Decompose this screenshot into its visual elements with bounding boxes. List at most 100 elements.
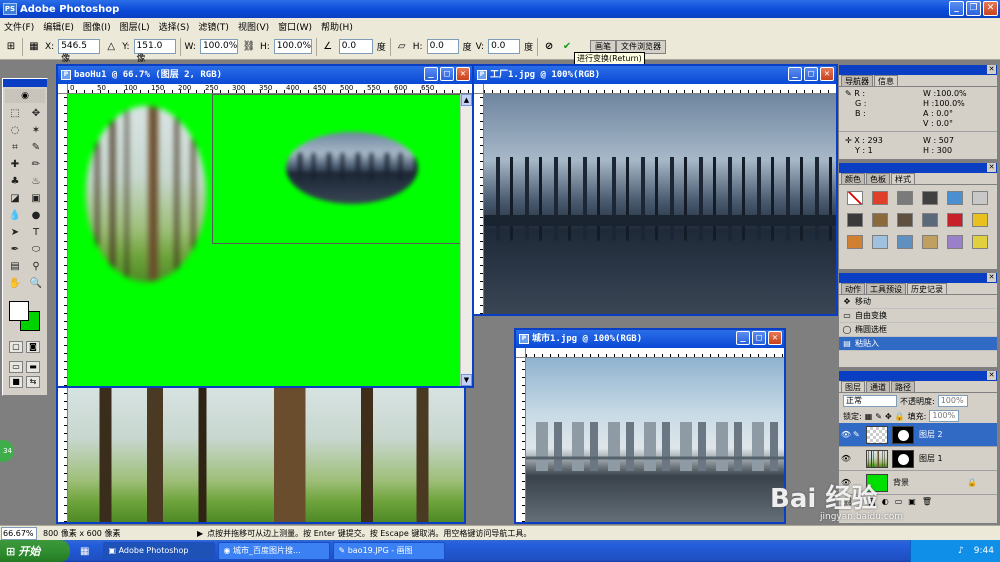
menu-file[interactable]: 文件(F) <box>4 20 34 33</box>
style-swatch[interactable] <box>922 191 938 205</box>
height-input[interactable]: 100.0% <box>273 39 312 54</box>
style-swatch[interactable] <box>947 235 963 249</box>
tab-actions[interactable]: 动作 <box>841 283 865 294</box>
lock-transparency-icon[interactable]: ▦ <box>865 412 873 421</box>
ruler-origin[interactable] <box>474 84 484 94</box>
angle-input[interactable]: 0.0 <box>338 39 373 54</box>
ruler-origin[interactable] <box>516 348 526 358</box>
blur-tool-icon[interactable]: 💧 <box>5 208 25 224</box>
panel-titlebar[interactable]: ✕ <box>839 371 997 381</box>
close-button[interactable]: ✕ <box>820 67 834 81</box>
baohu-document-window[interactable]: P baoHu1 @ 66.7% (图层 2, RGB) _ □ ✕ 0 50 … <box>56 64 474 388</box>
style-swatch[interactable] <box>872 191 888 205</box>
tab-layers[interactable]: 图层 <box>841 381 865 392</box>
maximize-button[interactable]: □ <box>804 67 818 81</box>
style-swatch[interactable] <box>897 213 913 227</box>
transform-tool-icon[interactable]: ⊞ <box>4 40 18 54</box>
style-swatch[interactable] <box>947 213 963 227</box>
style-swatch[interactable] <box>922 235 938 249</box>
dodge-tool-icon[interactable]: ● <box>26 208 46 224</box>
history-brush-tool-icon[interactable]: ♨ <box>26 174 46 190</box>
lock-image-icon[interactable]: ✎ <box>875 412 882 421</box>
style-swatch[interactable] <box>872 213 888 227</box>
style-swatch[interactable] <box>847 235 863 249</box>
quick-mask-mode-icon[interactable]: ◙ <box>26 341 40 353</box>
vskew-input[interactable]: 0.0 <box>488 39 521 54</box>
ruler-origin[interactable] <box>58 84 68 94</box>
style-swatch[interactable] <box>972 213 988 227</box>
hand-tool-icon[interactable]: ✋ <box>5 276 25 292</box>
tab-tool-presets[interactable]: 工具预设 <box>866 283 906 294</box>
eyedropper-tool-icon[interactable]: ⚲ <box>26 259 46 275</box>
tab-channels[interactable]: 通道 <box>866 381 890 392</box>
restore-button[interactable]: ❐ <box>966 1 981 16</box>
lock-position-icon[interactable]: ✥ <box>885 412 892 421</box>
task-browser[interactable]: ◉ 城市_百度图片搜... <box>218 542 331 560</box>
new-group-icon[interactable]: ▭ <box>895 497 903 506</box>
menu-image[interactable]: 图像(I) <box>83 20 111 33</box>
jump-to-imageready-icon[interactable]: ⇆ <box>26 376 40 388</box>
brush-icon[interactable]: ✎ <box>853 430 863 439</box>
style-swatch[interactable] <box>847 213 863 227</box>
full-screen-menu-icon[interactable]: ▬ <box>26 361 40 373</box>
city-canvas[interactable] <box>526 358 784 522</box>
zoom-input[interactable]: 66.67% <box>1 526 37 540</box>
gradient-tool-icon[interactable]: ▣ <box>26 191 46 207</box>
menu-edit[interactable]: 编辑(E) <box>43 20 74 33</box>
baohu-document-titlebar[interactable]: P baoHu1 @ 66.7% (图层 2, RGB) _ □ ✕ <box>58 66 472 84</box>
standard-mode-icon[interactable]: ▢ <box>9 341 23 353</box>
menu-filter[interactable]: 滤镜(T) <box>198 20 229 33</box>
task-photoshop[interactable]: ▣ Adobe Photoshop <box>103 542 216 560</box>
marquee-tool-icon[interactable]: ⬚ <box>5 106 25 122</box>
foreground-color-swatch[interactable] <box>9 301 29 321</box>
menu-help[interactable]: 帮助(H) <box>321 20 353 33</box>
tab-history[interactable]: 历史记录 <box>907 283 947 294</box>
maximize-button[interactable]: □ <box>440 67 454 81</box>
style-swatch[interactable] <box>947 191 963 205</box>
forest-oval-layer[interactable] <box>86 106 206 282</box>
factory-canvas[interactable] <box>484 94 836 314</box>
close-button[interactable]: ✕ <box>983 1 998 16</box>
clone-stamp-tool-icon[interactable]: ♣ <box>5 174 25 190</box>
new-fill-layer-icon[interactable]: ◐ <box>882 497 889 506</box>
pen-tool-icon[interactable]: ✒ <box>5 242 25 258</box>
panel-close-icon[interactable]: ✕ <box>987 371 996 380</box>
zoom-tool-icon[interactable]: 🔍 <box>26 276 46 292</box>
vertical-scrollbar[interactable]: ▲ ▼ <box>460 94 472 386</box>
speaker-icon[interactable]: ♪ <box>958 546 964 556</box>
minimize-button[interactable]: _ <box>788 67 802 81</box>
eye-icon[interactable]: 👁 <box>839 454 853 463</box>
tab-info[interactable]: 信息 <box>874 75 898 86</box>
forest-canvas[interactable] <box>68 382 464 522</box>
brush-tool-icon[interactable]: ✏ <box>26 157 46 173</box>
move-tool-icon[interactable]: ✥ <box>26 106 46 122</box>
factory-document-titlebar[interactable]: P 工厂1.jpg @ 100%(RGB) _ □ ✕ <box>474 66 836 84</box>
style-swatch[interactable] <box>922 213 938 227</box>
tab-color[interactable]: 颜色 <box>841 173 865 184</box>
clock[interactable]: 9:44 <box>974 546 994 556</box>
quicklaunch-desktop-icon[interactable]: ▦ <box>80 546 89 557</box>
style-swatch[interactable] <box>972 235 988 249</box>
menu-view[interactable]: 视图(V) <box>238 20 269 33</box>
link-icon[interactable]: ⛓ <box>242 40 256 54</box>
shape-tool-icon[interactable]: ⬭ <box>26 242 46 258</box>
history-item-free-transform[interactable]: ▭ 自由变换 <box>839 309 997 323</box>
history-item-paste-into[interactable]: ▤ 粘贴入 <box>839 337 997 351</box>
y-input[interactable]: 151.0 像 <box>133 39 176 64</box>
style-swatch[interactable] <box>972 191 988 205</box>
panel-titlebar[interactable]: ✕ <box>839 273 997 283</box>
hskew-input[interactable]: 0.0 <box>426 39 459 54</box>
layer-row-layer-1[interactable]: 👁 图层 1 <box>839 447 997 471</box>
baohu-canvas[interactable] <box>68 94 460 386</box>
opacity-input[interactable]: 100% <box>937 395 968 407</box>
adobe-logo-icon[interactable]: ◉ <box>5 89 45 103</box>
layer-row-layer-2[interactable]: 👁 ✎ 图层 2 <box>839 423 997 447</box>
history-item-elliptical-marquee[interactable]: ◯ 椭圆选框 <box>839 323 997 337</box>
panel-close-icon[interactable]: ✕ <box>987 163 996 172</box>
standard-screen-icon[interactable]: ▭ <box>9 361 23 373</box>
lasso-tool-icon[interactable]: ◌ <box>5 123 25 139</box>
panel-close-icon[interactable]: ✕ <box>987 65 996 74</box>
minimize-button[interactable]: _ <box>736 331 750 345</box>
layer-mask-thumbnail[interactable] <box>892 449 914 468</box>
type-tool-icon[interactable]: T <box>26 225 46 241</box>
